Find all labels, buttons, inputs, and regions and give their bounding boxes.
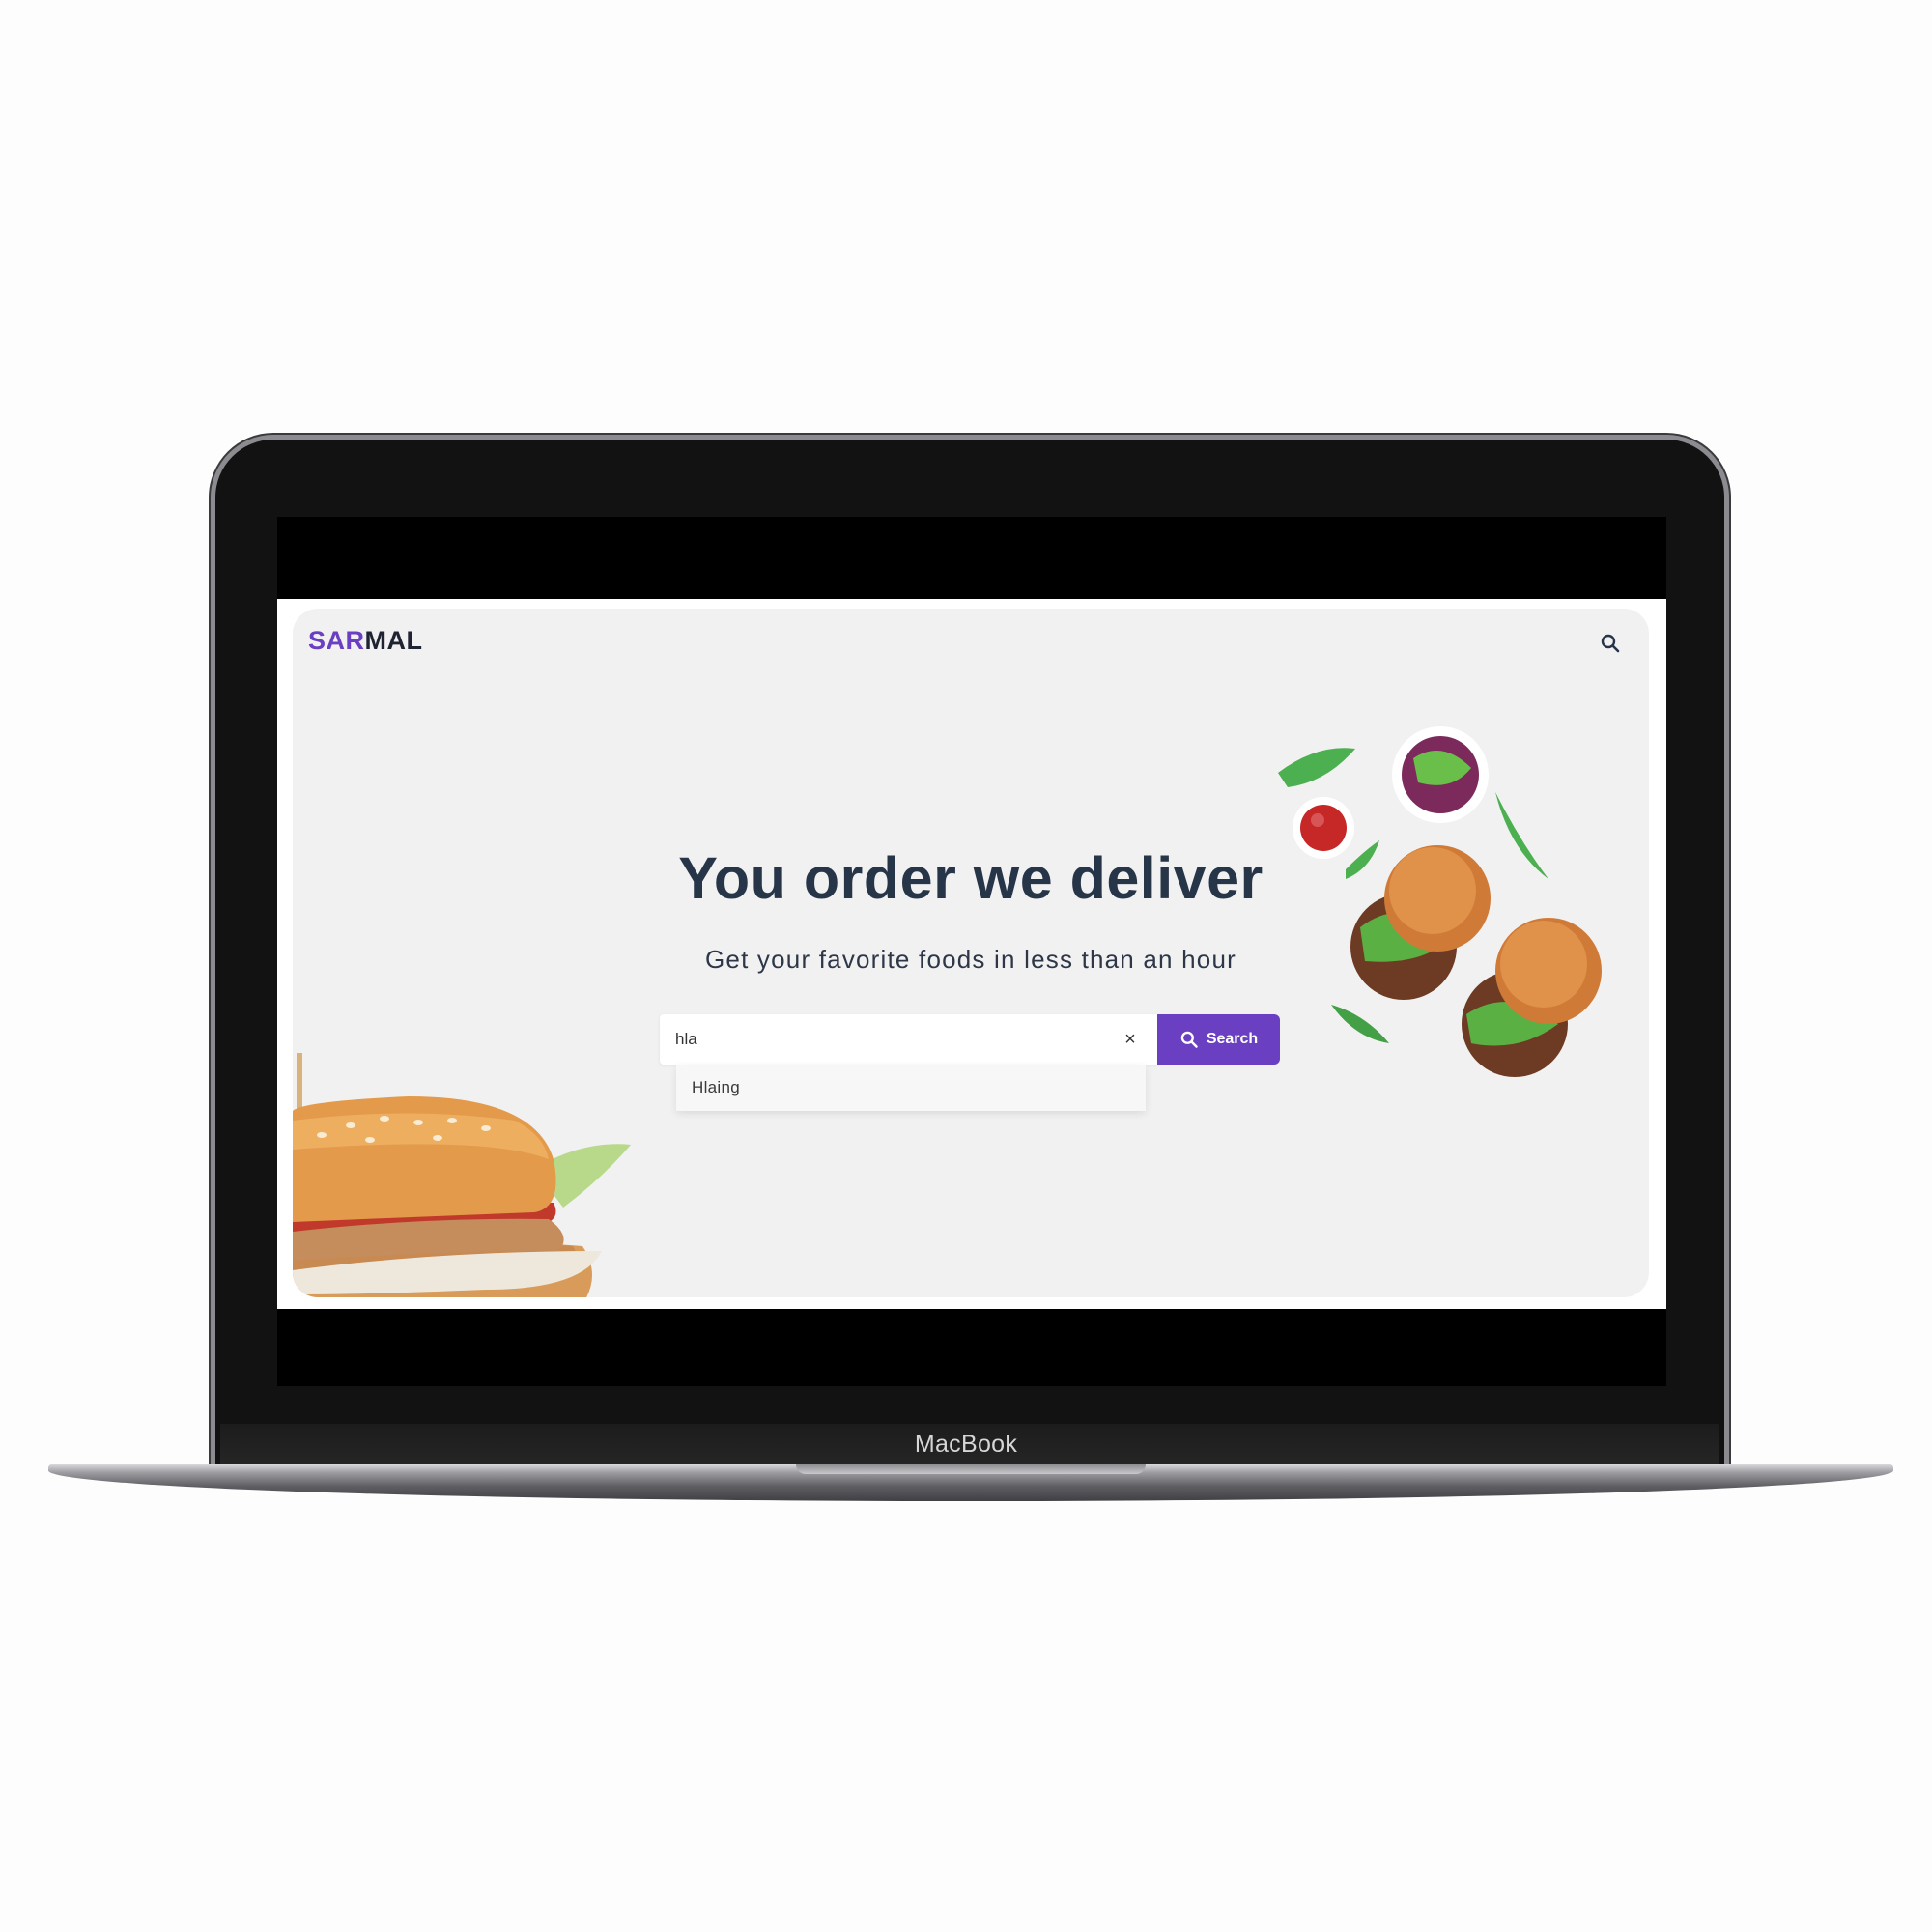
site-logo[interactable]: SARMAL — [308, 626, 423, 656]
logo-part-1: SAR — [308, 626, 365, 655]
burger-image-left — [293, 1053, 631, 1297]
close-icon[interactable]: × — [1119, 1028, 1142, 1051]
laptop-notch — [796, 1464, 1146, 1474]
logo-part-2: MAL — [364, 626, 423, 655]
search-icon[interactable] — [1599, 632, 1622, 655]
burgers-image-right — [1278, 726, 1602, 1077]
hero-section: SARMAL You order we deliver Get your fav… — [293, 609, 1649, 1297]
search-button-label: Search — [1206, 1031, 1259, 1047]
laptop-screen: SARMAL You order we deliver Get your fav… — [277, 517, 1666, 1386]
laptop-brand-label: MacBook — [914, 1431, 1018, 1458]
search-button[interactable]: Search — [1157, 1014, 1280, 1065]
search-input[interactable] — [660, 1014, 1104, 1065]
hero-subheadline: Get your favorite foods in less than an … — [705, 945, 1236, 974]
search-icon — [1180, 1031, 1198, 1048]
autocomplete-dropdown: Hlaing — [676, 1065, 1146, 1111]
browser-viewport: SARMAL You order we deliver Get your fav… — [277, 599, 1666, 1309]
hero-headline: You order we deliver — [678, 845, 1264, 911]
search-box: × — [660, 1014, 1157, 1065]
suggestion-item[interactable]: Hlaing — [676, 1065, 1146, 1111]
